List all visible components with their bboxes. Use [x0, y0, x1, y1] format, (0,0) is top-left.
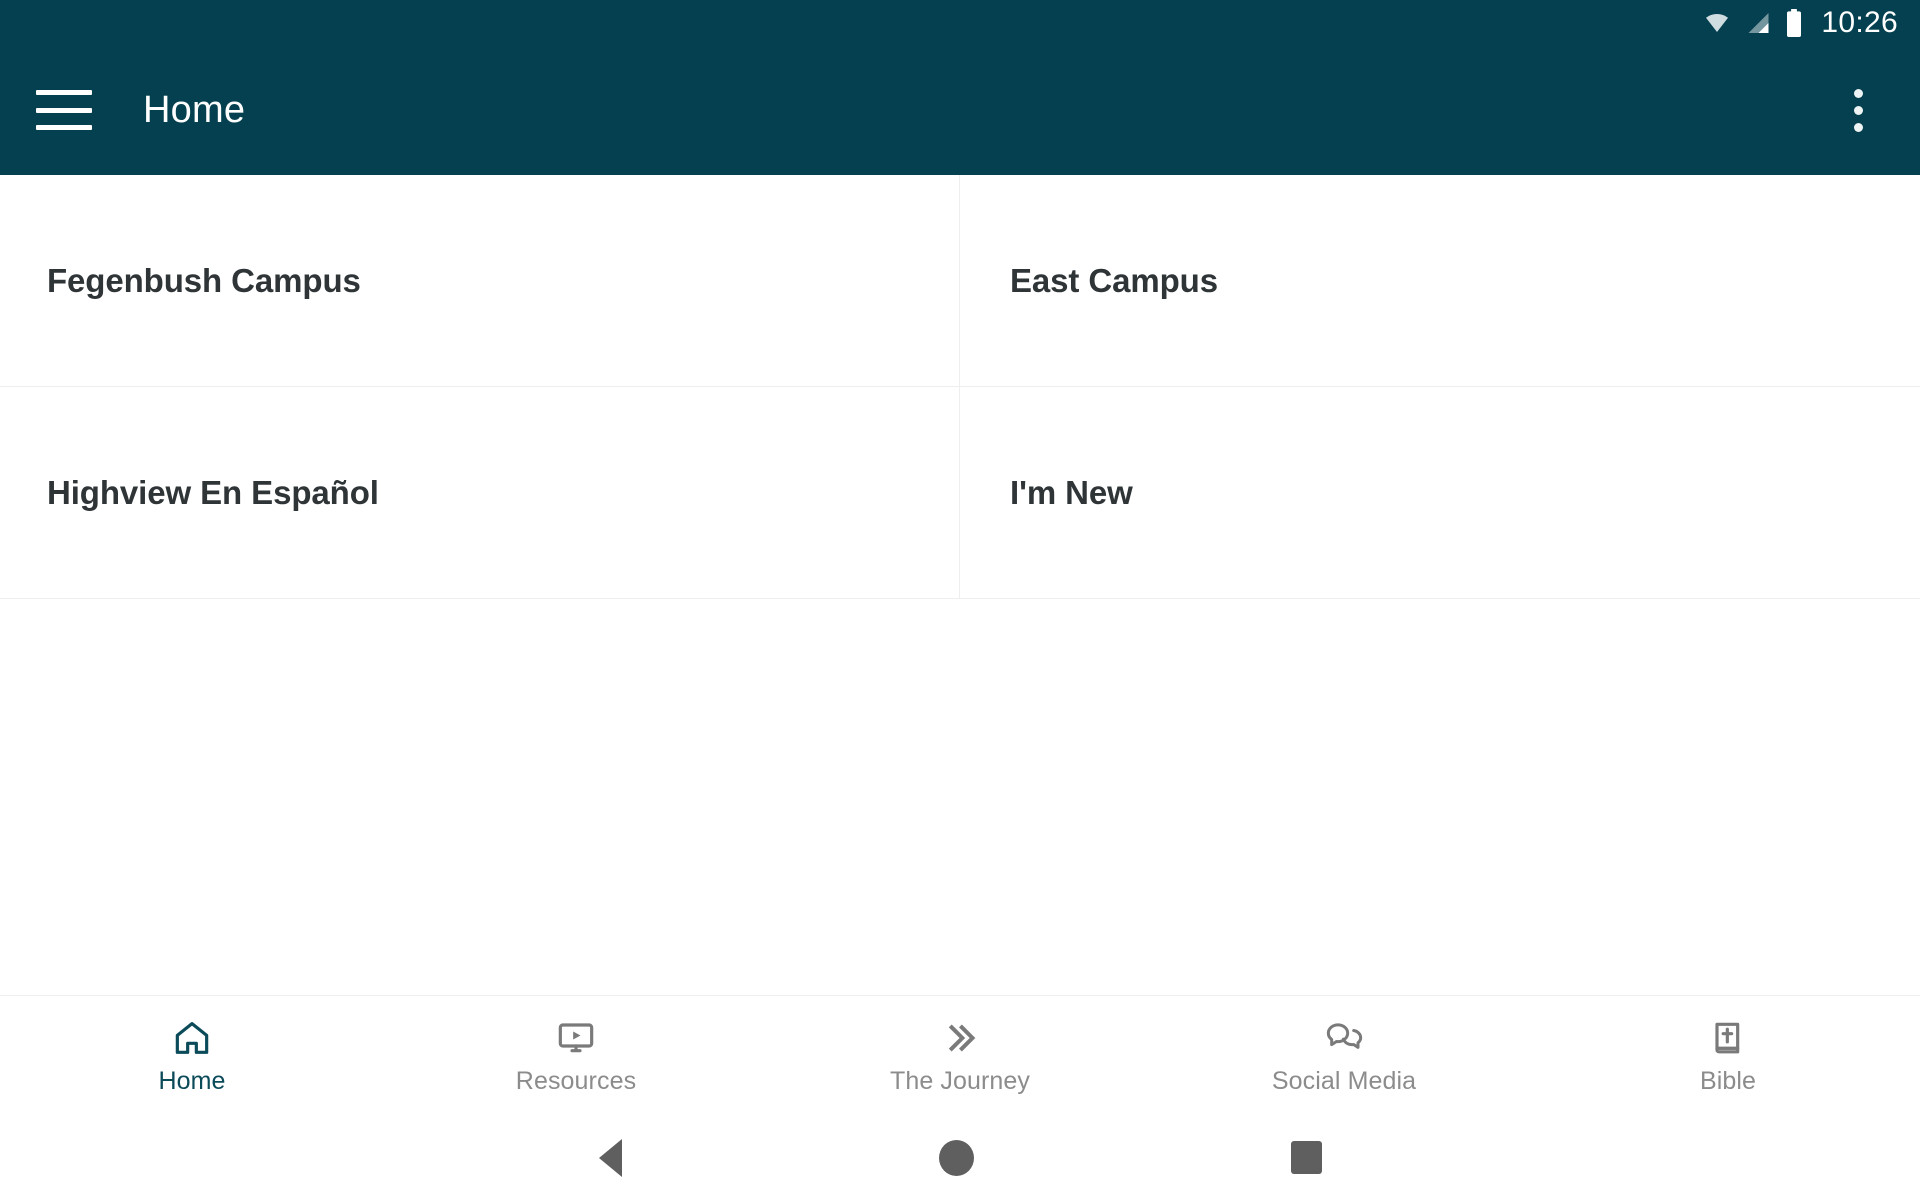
home-card-fegenbush-campus[interactable]: Fegenbush Campus: [0, 175, 960, 387]
card-title: Highview En Español: [47, 473, 379, 511]
recents-button[interactable]: [1290, 1141, 1322, 1174]
tab-resources[interactable]: Resources: [384, 996, 768, 1115]
chat-bubbles-icon: [1324, 1017, 1364, 1059]
monitor-play-icon: [556, 1017, 596, 1059]
tab-label: Bible: [1699, 1067, 1757, 1095]
hamburger-menu-icon[interactable]: [36, 90, 92, 130]
tab-label: The Journey: [889, 1067, 1031, 1095]
tab-label: Social Media: [1271, 1067, 1417, 1095]
home-card-grid: Fegenbush Campus East Campus Highview En…: [0, 175, 1920, 599]
cellular-signal-icon: [1745, 11, 1772, 35]
android-system-navigation: [0, 1115, 1920, 1200]
card-title: East Campus: [1010, 261, 1218, 299]
wifi-icon: [1702, 11, 1732, 35]
tab-bible[interactable]: Bible: [1536, 996, 1920, 1115]
double-chevron-right-icon: [940, 1017, 980, 1059]
card-title: Fegenbush Campus: [47, 261, 361, 299]
status-bar-clock: 10:26: [1821, 5, 1898, 39]
bottom-navigation-bar: Home Resources The Journey Social Media …: [0, 995, 1920, 1115]
status-bar: 10:26: [0, 0, 1920, 45]
tab-label: Resources: [515, 1067, 637, 1095]
overflow-menu-icon[interactable]: [1836, 78, 1880, 142]
book-cross-icon: [1708, 1017, 1748, 1059]
home-card-east-campus[interactable]: East Campus: [960, 175, 1920, 387]
card-title: I'm New: [1010, 473, 1133, 511]
tab-social-media[interactable]: Social Media: [1152, 996, 1536, 1115]
tab-label: Home: [158, 1067, 226, 1095]
main-content: Fegenbush Campus East Campus Highview En…: [0, 175, 1920, 995]
home-card-highview-en-espanol[interactable]: Highview En Español: [0, 387, 960, 599]
tab-the-journey[interactable]: The Journey: [768, 996, 1152, 1115]
app-root: 10:26 Home Fegenbush Campus East Campus …: [0, 0, 1920, 1200]
battery-icon: [1785, 8, 1803, 37]
home-button[interactable]: [938, 1139, 974, 1176]
tab-home[interactable]: Home: [0, 996, 384, 1115]
app-bar: Home: [0, 45, 1920, 175]
back-button[interactable]: [598, 1138, 622, 1177]
home-icon: [172, 1017, 212, 1059]
home-card-im-new[interactable]: I'm New: [960, 387, 1920, 599]
page-title: Home: [143, 89, 246, 131]
